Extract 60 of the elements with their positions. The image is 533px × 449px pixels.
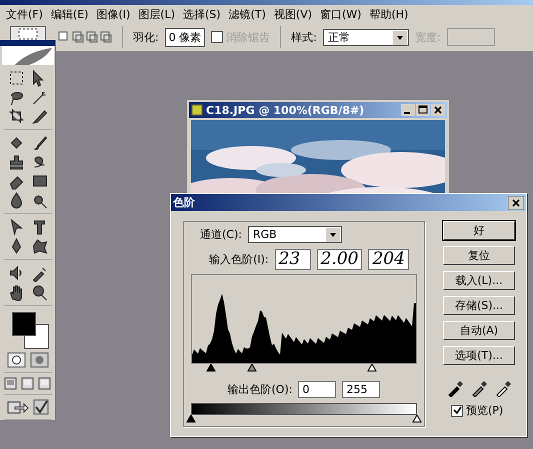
standard-mode-icon[interactable] [6, 352, 26, 368]
eyedropper-icon[interactable] [495, 379, 511, 397]
preview-checkbox[interactable]: 预览(P) [451, 403, 515, 418]
screen-mode-icon[interactable] [21, 376, 34, 390]
screen-mode-icon[interactable] [38, 376, 51, 390]
foreground-color-swatch[interactable] [12, 312, 36, 336]
checkmark-icon[interactable] [32, 398, 48, 415]
input-level-field[interactable]: 204 [368, 249, 409, 270]
menu-item[interactable]: 图层(L) [136, 6, 178, 22]
toolbox-header [0, 40, 55, 46]
feather-label: 羽化: [133, 30, 159, 44]
dialog-button[interactable]: 好 [443, 221, 515, 240]
dialog-button[interactable]: 选项(T)... [443, 346, 515, 365]
style-dropdown[interactable]: 正常 [322, 28, 409, 46]
feather-field[interactable]: 0 像素 [164, 28, 206, 46]
eyedropper-icon[interactable] [447, 379, 463, 397]
maximize-icon[interactable] [416, 104, 430, 116]
menu-item[interactable]: 选择(S) [181, 6, 223, 22]
menu-item[interactable]: 滤镜(T) [226, 6, 268, 22]
input-level-field[interactable]: 2.00 [316, 249, 362, 270]
menu-item[interactable]: 帮助(H) [367, 6, 410, 22]
close-icon[interactable] [508, 196, 524, 210]
selection-mode-icon[interactable] [86, 31, 98, 43]
dialog-button[interactable]: 复位 [443, 246, 515, 265]
dialog-title: 色阶 [173, 195, 195, 210]
width-label: 宽度: [414, 30, 441, 44]
channel-dropdown[interactable]: RGB [248, 226, 342, 243]
dialog-button[interactable]: 自动(A) [443, 321, 515, 340]
output-level-field[interactable]: 0 [298, 381, 336, 398]
slider-handle[interactable] [412, 415, 422, 423]
input-levels-label: 输入色阶(I): [209, 252, 269, 267]
menu-item[interactable]: 视图(V) [272, 6, 314, 22]
selection-mode-icon[interactable] [58, 31, 70, 43]
menu-item[interactable]: 图像(I) [94, 6, 132, 22]
output-levels-label: 输出色阶(O): [228, 382, 292, 397]
dialog-button[interactable]: 载入(L)... [443, 271, 515, 290]
document-icon [191, 104, 203, 116]
minimize-icon[interactable] [401, 104, 415, 116]
jump-to-icon[interactable] [6, 398, 28, 415]
marquee-icon [18, 28, 38, 40]
menu-item[interactable]: 文件(F) [4, 6, 45, 22]
background-color-swatch[interactable] [24, 324, 48, 350]
selection-mode-icon[interactable] [100, 31, 112, 43]
tool-preset-button[interactable] [10, 26, 46, 41]
channel-label: 通道(C): [200, 227, 242, 242]
slider-handle[interactable] [186, 415, 196, 423]
quick-mask-icon[interactable] [30, 352, 48, 368]
menu-item[interactable]: 窗口(W) [318, 6, 364, 22]
menu-item[interactable]: 编辑(E) [48, 6, 90, 22]
selection-mode-icon[interactable] [72, 31, 84, 43]
close-icon[interactable] [431, 104, 445, 116]
style-label: 样式: [291, 30, 317, 44]
width-field[interactable] [446, 28, 495, 46]
screen-mode-icon[interactable] [4, 376, 17, 390]
output-level-field[interactable]: 255 [342, 381, 380, 398]
dialog-button[interactable]: 存储(S)... [443, 296, 515, 315]
window-title: C18.JPG @ 100%(RGB/8#) [206, 104, 364, 116]
checkmark-icon [452, 406, 462, 415]
eyedropper-icon[interactable] [471, 379, 487, 397]
input-level-field[interactable]: 23 [274, 249, 311, 270]
